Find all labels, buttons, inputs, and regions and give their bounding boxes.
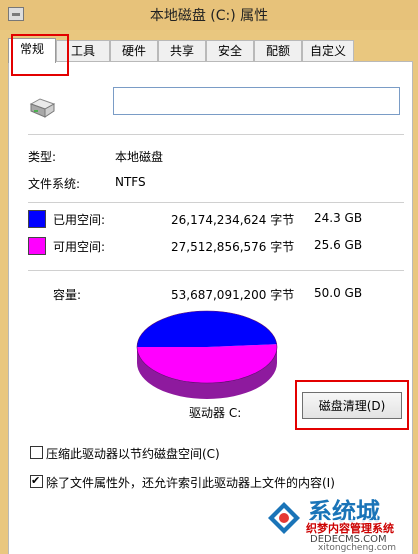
window-title: 本地磁盘 (C:) 属性: [149, 8, 269, 24]
capacity-size: 50.0 GB: [314, 286, 363, 300]
tab-quota[interactable]: 配额: [254, 40, 302, 62]
free-space-size: 25.6 GB: [314, 238, 363, 252]
pie-slice-used: [137, 311, 277, 347]
capacity-bytes: 53,687,091,200 字节: [171, 288, 295, 302]
tab-security[interactable]: 安全: [206, 40, 254, 62]
used-space-bytes: 26,174,234,624 字节: [171, 213, 295, 227]
disk-usage-pie-chart: [136, 310, 278, 399]
index-checkbox[interactable]: [30, 474, 43, 488]
used-space-swatch: [28, 210, 46, 228]
tab-customize[interactable]: 自定义: [302, 40, 354, 62]
separator: [28, 134, 404, 135]
highlight-general-tab: [11, 34, 69, 76]
filesystem-value: NTFS: [115, 175, 146, 189]
watermark-url-secondary: xitongcheng.com: [318, 543, 396, 553]
hard-drive-icon: [29, 98, 56, 118]
compress-checkbox[interactable]: [30, 446, 43, 459]
free-space-swatch: [28, 237, 46, 255]
used-space-size: 24.3 GB: [314, 211, 363, 225]
highlight-cleanup-button: [295, 380, 409, 430]
tab-hardware[interactable]: 硬件: [110, 40, 158, 62]
free-space-label: 可用空间:: [53, 240, 106, 254]
site-logo-icon: [268, 502, 300, 534]
volume-label-input[interactable]: [113, 87, 400, 115]
type-label: 类型:: [28, 150, 57, 164]
properties-window: 本地磁盘 (C:) 属性 常规 工具 硬件 共享 安全 配额 自定义: [0, 0, 418, 554]
separator: [28, 270, 404, 271]
compress-label[interactable]: 压缩此驱动器以节约磁盘空间(C): [46, 445, 220, 462]
used-space-label: 已用空间:: [53, 213, 106, 227]
watermark: 系统城 织梦内容管理系统 DEDECMS.COM xitongcheng.com: [266, 484, 418, 554]
title-bar[interactable]: 本地磁盘 (C:) 属性: [0, 0, 418, 30]
filesystem-label: 文件系统:: [28, 177, 81, 191]
drive-letter-label: 驱动器 C:: [189, 406, 242, 420]
tab-sharing[interactable]: 共享: [158, 40, 206, 62]
free-space-bytes: 27,512,856,576 字节: [171, 240, 295, 254]
type-value: 本地磁盘: [115, 150, 164, 164]
separator: [28, 202, 404, 203]
capacity-label: 容量:: [53, 288, 82, 302]
